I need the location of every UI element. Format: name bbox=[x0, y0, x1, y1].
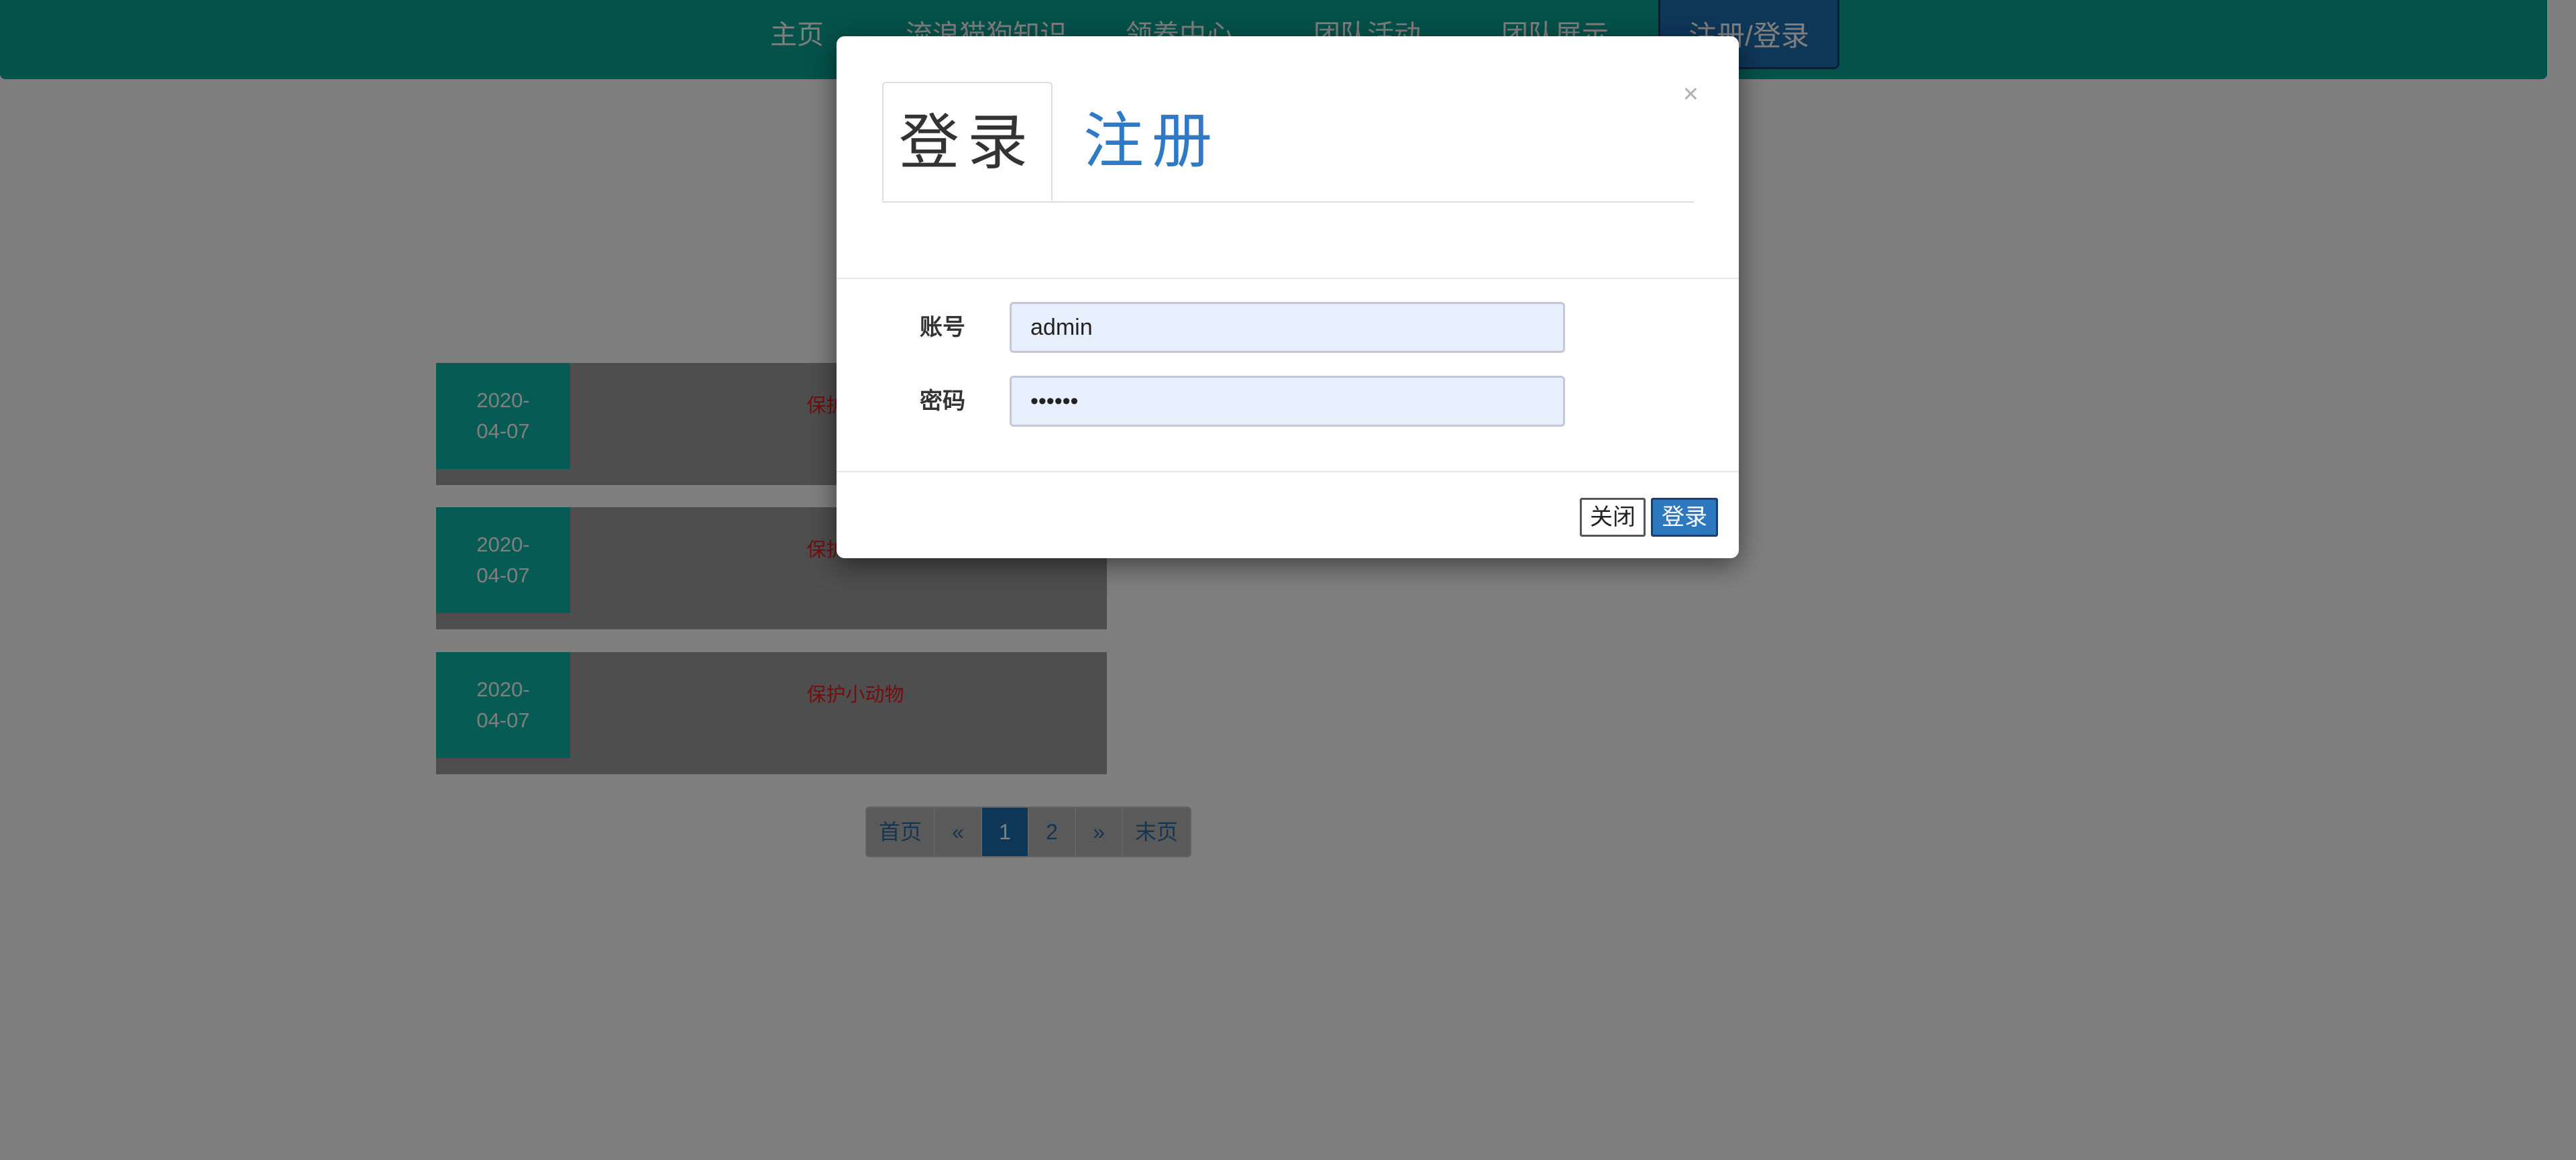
password-row: 密码 •••••• bbox=[837, 376, 1739, 427]
tab-register[interactable]: 注册 bbox=[1083, 82, 1220, 201]
password-label: 密码 bbox=[920, 388, 965, 414]
login-button[interactable]: 登录 bbox=[1651, 498, 1718, 537]
account-label: 账号 bbox=[920, 315, 965, 340]
modal-header: 登录 注册 × bbox=[837, 36, 1739, 279]
account-row: 账号 admin bbox=[837, 302, 1739, 353]
tab-login[interactable]: 登录 bbox=[882, 82, 1053, 201]
modal-footer: 关闭 登录 bbox=[837, 471, 1739, 560]
login-modal: 登录 注册 × 账号 admin 密码 •••••• 关闭 登录 bbox=[837, 36, 1739, 558]
account-input[interactable]: admin bbox=[1010, 302, 1565, 353]
close-icon[interactable]: × bbox=[1683, 81, 1699, 107]
password-input[interactable]: •••••• bbox=[1010, 376, 1565, 427]
close-button[interactable]: 关闭 bbox=[1580, 498, 1646, 537]
auth-tabs: 登录 注册 bbox=[882, 82, 1694, 203]
